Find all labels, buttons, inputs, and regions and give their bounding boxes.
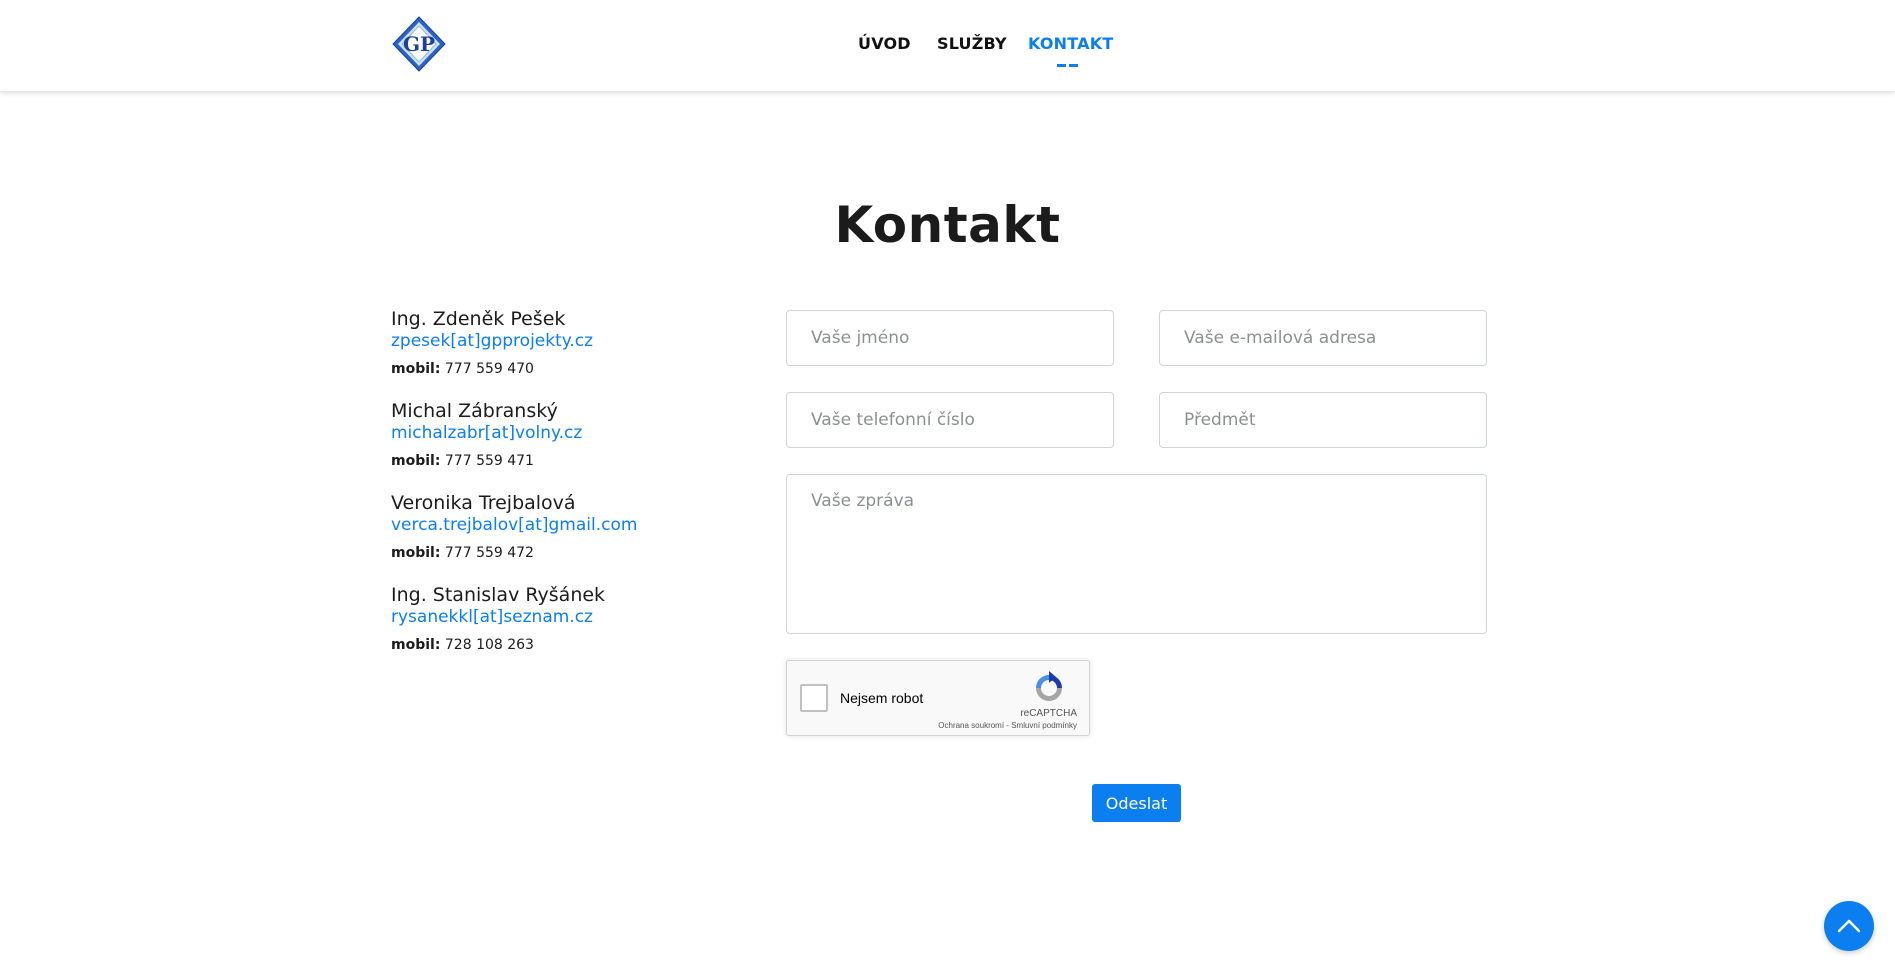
- contact-mobile: mobil: 777 559 470: [391, 360, 751, 378]
- contact-name: Ing. Stanislav Ryšánek: [391, 584, 606, 606]
- site-header: GP ÚVOD SLUŽBY KONTAKT: [0, 0, 1895, 92]
- recaptcha-terms-link[interactable]: Smluvní podmínky: [1011, 721, 1077, 730]
- message-textarea[interactable]: [786, 474, 1487, 634]
- recaptcha-icon: [1036, 671, 1062, 701]
- contact-name: Michal Zábranský: [391, 400, 558, 422]
- recaptcha-brand: reCAPTCHA: [1020, 708, 1077, 719]
- contact-email-link[interactable]: rysanekkl[at]seznam.cz: [391, 606, 751, 628]
- contact-item: Michal Zábranský michalzabr[at]volny.cz …: [391, 400, 751, 492]
- mobile-label: mobil:: [391, 453, 441, 469]
- recaptcha-checkbox[interactable]: [800, 684, 828, 712]
- mobile-label: mobil:: [391, 361, 441, 377]
- recaptcha-privacy-link[interactable]: Ochrana soukromí: [938, 721, 1004, 730]
- page-title: Kontakt: [834, 196, 1061, 254]
- mobile-number: 728 108 263: [444, 637, 534, 653]
- contact-name: Ing. Zdeněk Pešek: [391, 308, 566, 330]
- nav-active-indicator: [1069, 64, 1078, 67]
- mobile-number: 777 559 472: [444, 545, 534, 561]
- nav-uvod[interactable]: ÚVOD: [858, 34, 911, 53]
- main-nav: ÚVOD SLUŽBY KONTAKT: [0, 34, 1895, 74]
- mobile-number: 777 559 470: [444, 361, 534, 377]
- contact-item: Ing. Stanislav Ryšánek rysanekkl[at]sezn…: [391, 584, 751, 676]
- contact-list: Ing. Zdeněk Pešek zpesek[at]gpprojekty.c…: [391, 308, 751, 676]
- scroll-to-top-button[interactable]: [1824, 901, 1874, 951]
- contact-mobile: mobil: 728 108 263: [391, 636, 751, 654]
- contact-item: Ing. Zdeněk Pešek zpesek[at]gpprojekty.c…: [391, 308, 751, 400]
- subject-input[interactable]: [1159, 392, 1487, 448]
- nav-sluzby[interactable]: SLUŽBY: [937, 34, 1007, 53]
- recaptcha-label: Nejsem robot: [840, 690, 924, 706]
- mobile-label: mobil:: [391, 637, 441, 653]
- email-input[interactable]: [1159, 310, 1487, 366]
- name-input[interactable]: [786, 310, 1114, 366]
- mobile-number: 777 559 471: [444, 453, 534, 469]
- nav-active-indicator: [1057, 64, 1066, 67]
- contact-item: Veronika Trejbalová verca.trejbalov[at]g…: [391, 492, 751, 584]
- recaptcha-widget: Nejsem robot reCAPTCHA Ochrana soukromí …: [786, 660, 1090, 736]
- contact-email-link[interactable]: michalzabr[at]volny.cz: [391, 422, 751, 444]
- submit-button[interactable]: Odeslat: [1092, 784, 1181, 822]
- chevron-up-icon: [1837, 919, 1861, 933]
- nav-kontakt[interactable]: KONTAKT: [1028, 34, 1113, 53]
- contact-mobile: mobil: 777 559 471: [391, 452, 751, 470]
- contact-email-link[interactable]: verca.trejbalov[at]gmail.com: [391, 514, 751, 536]
- recaptcha-links: Ochrana soukromí - Smluvní podmínky: [938, 721, 1077, 730]
- contact-name: Veronika Trejbalová: [391, 492, 576, 514]
- contact-mobile: mobil: 777 559 472: [391, 544, 751, 562]
- mobile-label: mobil:: [391, 545, 441, 561]
- contact-email-link[interactable]: zpesek[at]gpprojekty.cz: [391, 330, 751, 352]
- phone-input[interactable]: [786, 392, 1114, 448]
